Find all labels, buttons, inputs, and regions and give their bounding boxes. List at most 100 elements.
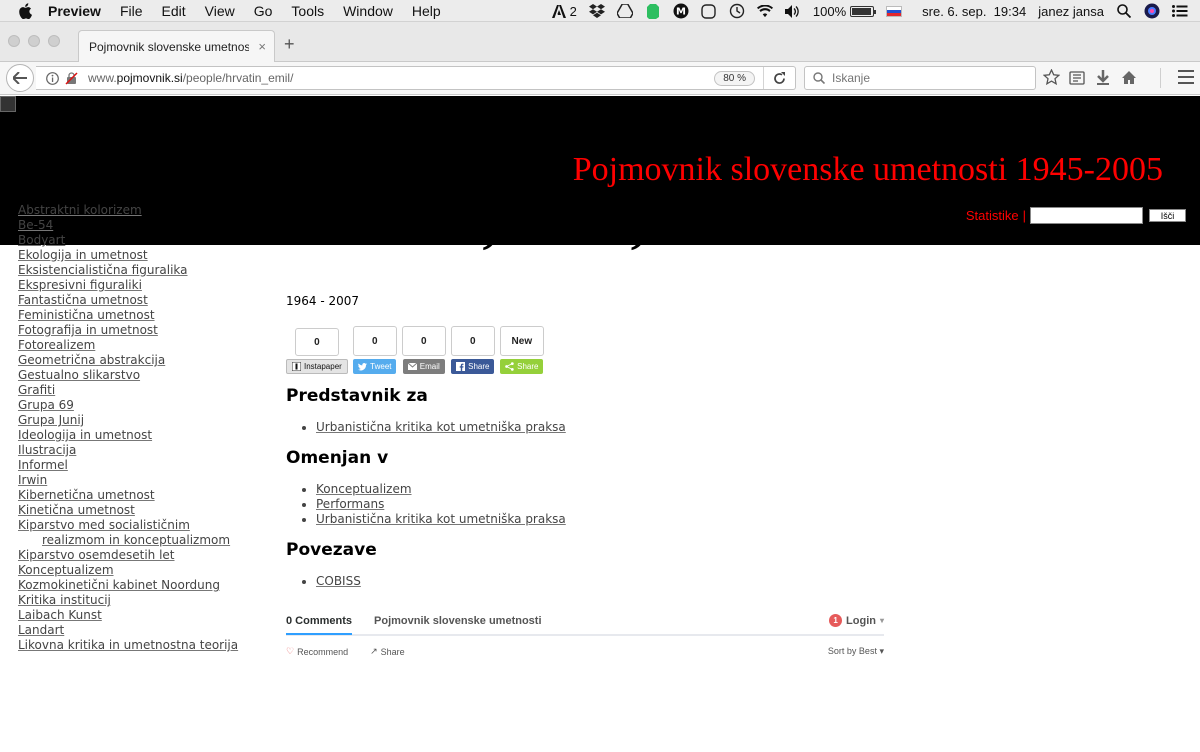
zoom-indicator[interactable]: 80 % <box>714 71 755 86</box>
sidebar-link[interactable]: Kibernetična umetnost <box>18 488 155 502</box>
sidebar-item[interactable]: Kritika institucij <box>18 593 262 608</box>
sidebar-link[interactable]: Informel <box>18 458 68 472</box>
sort-dropdown[interactable]: Sort by Best ▾ <box>828 646 884 657</box>
downloads-icon[interactable] <box>1094 68 1112 86</box>
sidebar-link[interactable]: Irwin <box>18 473 47 487</box>
menu-help[interactable]: Help <box>412 3 441 19</box>
email-button[interactable]: Email <box>402 359 445 374</box>
sidebar-item[interactable]: Landart <box>18 623 262 638</box>
back-button[interactable] <box>6 64 34 92</box>
volume-icon[interactable] <box>784 3 801 19</box>
list-link[interactable]: Konceptualizem <box>316 482 412 496</box>
sidebar-item[interactable]: Likovna kritika in umetnostna teorija <box>18 638 262 653</box>
evernote-icon[interactable] <box>645 3 661 19</box>
sidebar-item[interactable]: Fotografija in umetnost <box>18 323 262 338</box>
new-tab-button[interactable]: + <box>284 34 295 55</box>
sidebar-item[interactable]: Geometrična abstrakcija <box>18 353 262 368</box>
reload-button[interactable] <box>763 67 795 89</box>
sidebar-item[interactable]: Grupa 69 <box>18 398 262 413</box>
sidebar-link[interactable]: Fotografija in umetnost <box>18 323 158 337</box>
sidebar-link[interactable]: Be-54 <box>18 218 53 232</box>
sidebar-item[interactable]: Eksistencialistična figuralika <box>18 263 262 278</box>
slovenian-flag-icon[interactable] <box>886 5 903 17</box>
sharethis-button[interactable]: Share <box>500 359 544 374</box>
sidebar-link[interactable]: Ilustracija <box>18 443 76 457</box>
sidebar-link[interactable]: Ideologija in umetnost <box>18 428 152 442</box>
sidebar-item[interactable]: Fantastična umetnost <box>18 293 262 308</box>
menu-edit[interactable]: Edit <box>162 3 186 19</box>
comments-count-tab[interactable]: 0 Comments <box>286 615 353 635</box>
bookmark-star-icon[interactable] <box>1042 68 1060 86</box>
sidebar-link[interactable]: Bodyart <box>18 233 65 247</box>
window-minimize-button[interactable] <box>28 35 40 47</box>
home-icon[interactable] <box>1120 68 1138 86</box>
sidebar-link[interactable]: Eksistencialistična figuralika <box>18 263 188 277</box>
rounded-square-icon[interactable] <box>701 3 717 19</box>
sidebar-item[interactable]: Bodyart <box>18 233 262 248</box>
menubar-user[interactable]: janez jansa <box>1038 4 1104 19</box>
tweet-button[interactable]: Tweet <box>353 359 397 374</box>
sidebar-link[interactable]: Feministična umetnost <box>18 308 155 322</box>
time-machine-icon[interactable] <box>729 3 745 19</box>
sidebar-item[interactable]: Konceptualizem <box>18 563 262 578</box>
comments-share-button[interactable]: ↗ Share <box>370 646 405 657</box>
recommend-button[interactable]: ♡ Recommend <box>286 646 348 657</box>
sidebar-item[interactable]: Feministična umetnost <box>18 308 262 323</box>
window-zoom-button[interactable] <box>48 35 60 47</box>
sidebar-link[interactable]: Laibach Kunst <box>18 608 102 622</box>
browser-search-bar[interactable] <box>804 66 1036 90</box>
sidebar-link[interactable]: Kozmokinetični kabinet Noordung <box>18 578 220 592</box>
facebook-share-button[interactable]: Share <box>451 359 495 374</box>
info-icon[interactable] <box>44 70 60 86</box>
sidebar-item[interactable]: Grupa Junij <box>18 413 262 428</box>
open-menu-icon[interactable] <box>1178 70 1194 84</box>
sidebar-link[interactable]: Likovna kritika in umetnostna teorija <box>18 638 238 652</box>
sidebar-item[interactable]: Ekspresivni figuraliki <box>18 278 262 293</box>
sidebar-link[interactable]: Ekspresivni figuraliki <box>18 278 142 292</box>
sidebar-link[interactable]: Gestualno slikarstvo <box>18 368 140 382</box>
dropbox-icon[interactable] <box>588 3 605 19</box>
sidebar-link[interactable]: Kiparstvo med socialističnim realizmom in… <box>18 518 262 548</box>
site-search-input[interactable] <box>1030 207 1143 224</box>
instapaper-button[interactable]: Instapaper <box>286 359 348 374</box>
sidebar-item[interactable]: Informel <box>18 458 262 473</box>
sidebar-link[interactable]: Kiparstvo osemdesetih let <box>18 548 175 562</box>
sidebar-item[interactable]: Kozmokinetični kabinet Noordung <box>18 578 262 593</box>
sidebar-item[interactable]: Abstraktni kolorizem <box>18 203 262 218</box>
menu-window[interactable]: Window <box>343 3 393 19</box>
wifi-icon[interactable] <box>756 3 773 19</box>
menu-app-name[interactable]: Preview <box>48 3 101 19</box>
site-search-button[interactable]: Išči <box>1149 209 1186 222</box>
menu-go[interactable]: Go <box>254 3 273 19</box>
sidebar-item[interactable]: Ilustracija <box>18 443 262 458</box>
comments-site-tab[interactable]: Pojmovnik slovenske umetnosti <box>374 615 542 633</box>
menu-view[interactable]: View <box>205 3 235 19</box>
list-link[interactable]: COBISS <box>316 574 361 588</box>
sidebar-link[interactable]: Kinetična umetnost <box>18 503 135 517</box>
sidebar-link[interactable]: Grupa Junij <box>18 413 84 427</box>
list-link[interactable]: Urbanistična kritika kot umetniška praks… <box>316 512 566 526</box>
browser-tab-active[interactable]: Pojmovnik slovenske umetnosti 19 × <box>78 30 275 62</box>
sidebar-link[interactable]: Fantastična umetnost <box>18 293 148 307</box>
sidebar-link[interactable]: Konceptualizem <box>18 563 114 577</box>
reading-list-icon[interactable] <box>1068 68 1086 86</box>
sidebar-item[interactable]: Be-54 <box>18 218 262 233</box>
sidebar-item[interactable]: Irwin <box>18 473 262 488</box>
sidebar-link[interactable]: Geometrična abstrakcija <box>18 353 165 367</box>
m-app-icon[interactable]: M <box>673 3 689 19</box>
spotlight-search-icon[interactable] <box>1116 3 1132 19</box>
apple-icon[interactable] <box>18 2 32 19</box>
sidebar-item[interactable]: Kibernetična umetnost <box>18 488 262 503</box>
list-link[interactable]: Urbanistična kritika kot umetniška praks… <box>316 420 566 434</box>
battery-status[interactable]: 100% <box>813 4 877 19</box>
url-bar[interactable]: www.pojmovnik.si/people/hrvatin_emil/ 80… <box>36 66 796 90</box>
sidebar-item[interactable]: Gestualno slikarstvo <box>18 368 262 383</box>
menubar-clock[interactable]: sre. 6. sep. 19:34 <box>922 4 1026 19</box>
notification-center-icon[interactable] <box>1172 3 1188 19</box>
site-corner-icon[interactable] <box>0 96 16 112</box>
sidebar-item[interactable]: Kiparstvo med socialističnim realizmom in… <box>18 518 262 548</box>
sidebar-link[interactable]: Grafiti <box>18 383 55 397</box>
sidebar-item[interactable]: Laibach Kunst <box>18 608 262 623</box>
sidebar-item[interactable]: Ideologija in umetnost <box>18 428 262 443</box>
sidebar-item[interactable]: Grafiti <box>18 383 262 398</box>
